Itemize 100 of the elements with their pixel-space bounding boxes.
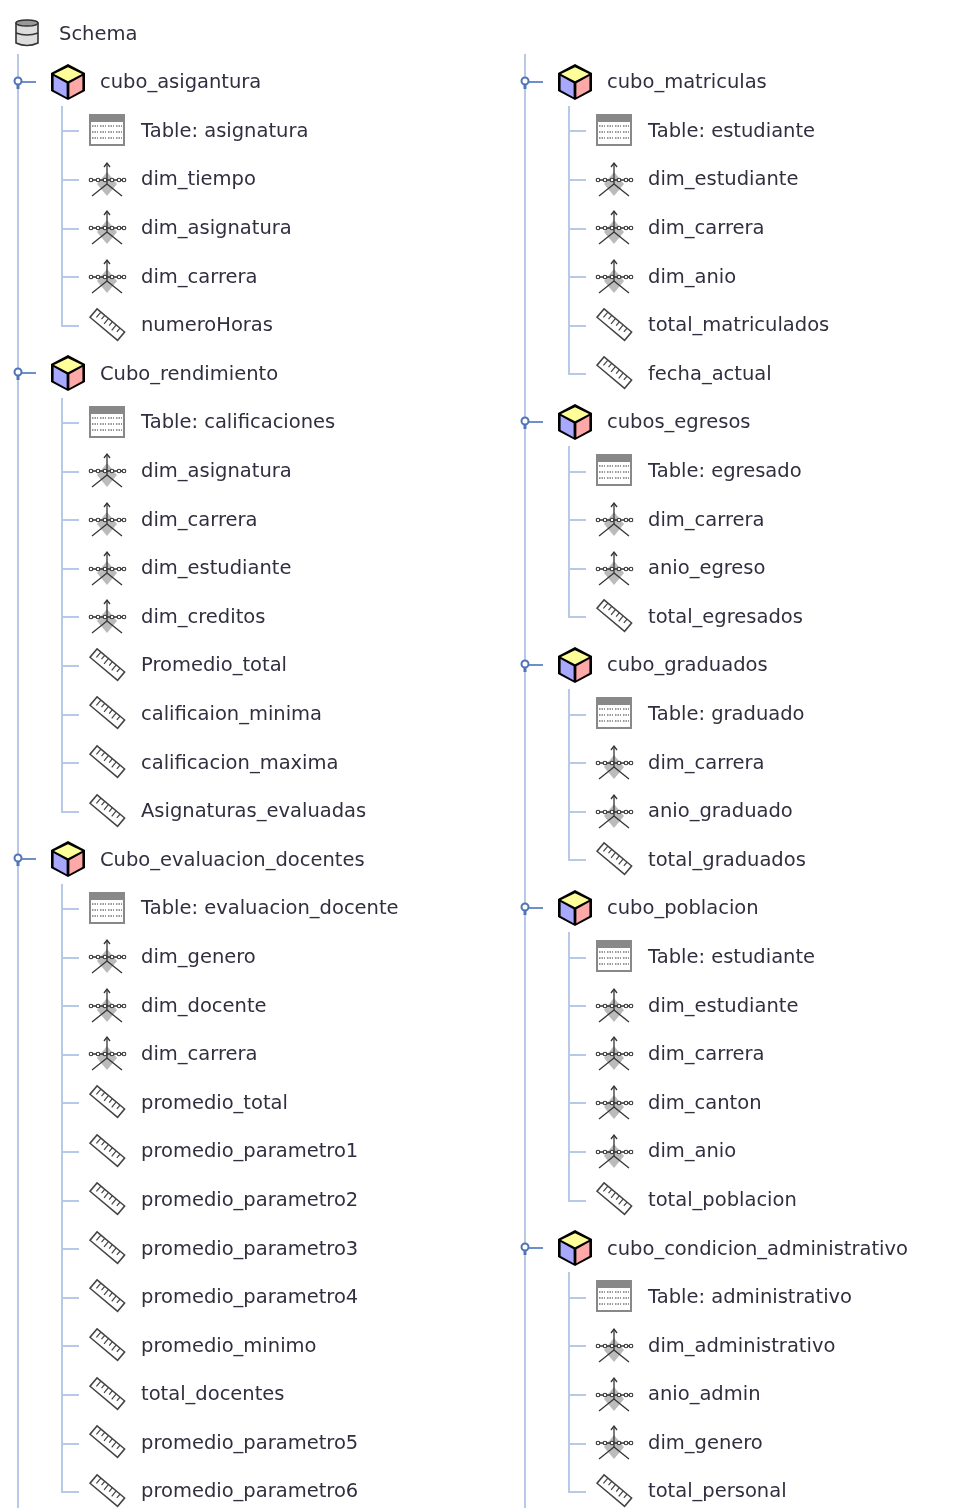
axes-icon bbox=[594, 1423, 634, 1462]
tree-node-label[interactable]: total_docentes bbox=[141, 1379, 285, 1409]
tree-node-label[interactable]: fecha_actual bbox=[648, 358, 772, 389]
tree-node-label[interactable]: Table: estudiante bbox=[648, 941, 816, 972]
expand-handle[interactable] bbox=[519, 74, 543, 89]
axes-icon bbox=[594, 1034, 634, 1073]
tree-node-label[interactable]: total_personal bbox=[648, 1476, 787, 1506]
tree-node-label[interactable]: Table: asignatura bbox=[141, 115, 309, 146]
cube-icon bbox=[555, 401, 595, 442]
axes-icon bbox=[87, 937, 127, 976]
tree-line bbox=[61, 1321, 79, 1370]
tree-node-label[interactable]: promedio_parametro3 bbox=[141, 1233, 359, 1263]
tree-node-label[interactable]: dim_estudiante bbox=[141, 553, 292, 583]
tree-line bbox=[568, 689, 586, 738]
tree-line bbox=[568, 1321, 586, 1370]
tree-node-label[interactable]: promedio_minimo bbox=[141, 1330, 317, 1360]
tree-line bbox=[61, 203, 79, 252]
tree-node-label[interactable]: anio_egreso bbox=[648, 553, 766, 583]
tree-node-label[interactable]: dim_carrera bbox=[648, 504, 765, 534]
tree-line bbox=[568, 1029, 586, 1079]
tree-node-label[interactable]: total_egresados bbox=[648, 601, 803, 632]
tree-node-label[interactable]: dim_carrera bbox=[141, 1039, 258, 1069]
cube-icon bbox=[555, 644, 595, 685]
tree-node-label[interactable]: promedio_parametro6 bbox=[141, 1476, 359, 1506]
tree-node-label[interactable]: Table: administrativo bbox=[648, 1282, 853, 1312]
tree-line bbox=[568, 494, 586, 544]
tree-line bbox=[568, 737, 586, 787]
tree-node-label[interactable]: dim_asignatura bbox=[141, 213, 292, 243]
tree-line bbox=[61, 1029, 79, 1079]
tree-node-label[interactable]: dim_carrera bbox=[648, 1039, 765, 1069]
tree-node-label[interactable]: cubo_matriculas bbox=[607, 67, 767, 97]
tree-line bbox=[61, 689, 79, 738]
tree-line bbox=[61, 1175, 79, 1224]
expand-handle[interactable] bbox=[12, 74, 36, 89]
tree-node-label[interactable]: dim_creditos bbox=[141, 601, 266, 632]
tree-node-label[interactable]: dim_estudiante bbox=[648, 164, 799, 194]
tree-line bbox=[568, 251, 586, 301]
tree-node-label[interactable]: Promedio_total bbox=[141, 650, 287, 680]
tree-node-label[interactable]: Table: egresado bbox=[648, 456, 802, 486]
tree-line bbox=[568, 1418, 586, 1467]
tree-node-label[interactable]: Asignaturas_evaluadas bbox=[141, 796, 367, 826]
tree-node-label[interactable]: dim_tiempo bbox=[141, 164, 256, 194]
tree-node-label[interactable]: anio_graduado bbox=[648, 796, 793, 826]
tree-node-label[interactable]: total_matriculados bbox=[648, 310, 830, 340]
tree-line bbox=[61, 251, 79, 301]
tree-node-label[interactable]: dim_canton bbox=[648, 1087, 762, 1117]
tree-node-label[interactable]: dim_asignatura bbox=[141, 456, 292, 486]
tree-node-label[interactable]: Table: graduado bbox=[648, 699, 805, 729]
tree-node-label[interactable]: promedio_parametro5 bbox=[141, 1427, 359, 1458]
tree-node-label[interactable]: dim_docente bbox=[141, 990, 267, 1020]
tree-node-label[interactable]: cubos_egresos bbox=[607, 407, 751, 437]
tree-line bbox=[568, 932, 586, 981]
tree-node-label[interactable]: anio_admin bbox=[648, 1379, 761, 1409]
tree-node-label[interactable]: total_poblacion bbox=[648, 1184, 797, 1215]
tree-node-label[interactable]: dim_carrera bbox=[141, 261, 258, 291]
tree-node-label[interactable]: dim_genero bbox=[648, 1427, 763, 1458]
tree-node-label[interactable]: promedio_parametro1 bbox=[141, 1136, 359, 1166]
tree-node-label[interactable]: Cubo_evaluacion_docentes bbox=[100, 844, 365, 874]
tree-node-label[interactable]: Table: evaluacion_docente bbox=[141, 893, 399, 923]
tree-node-label[interactable]: dim_genero bbox=[141, 941, 256, 972]
tree-line bbox=[568, 154, 586, 204]
tree-node-label[interactable]: dim_anio bbox=[648, 1136, 737, 1166]
tree-line bbox=[568, 300, 586, 350]
tree-node-label[interactable]: total_graduados bbox=[648, 844, 806, 874]
expand-handle[interactable] bbox=[12, 366, 36, 381]
tree-node-label[interactable]: calificacion_maxima bbox=[141, 747, 339, 777]
cube-icon bbox=[555, 61, 595, 102]
tree-line bbox=[61, 494, 79, 544]
tree-node-label[interactable]: calificaion_minima bbox=[141, 699, 323, 729]
expand-handle[interactable] bbox=[12, 852, 36, 867]
tree-node-label[interactable]: cubo_condicion_administrativo bbox=[607, 1233, 908, 1263]
tree-node-label[interactable]: Cubo_rendimiento bbox=[100, 358, 279, 389]
tree-node-label[interactable]: cubo_asigantura bbox=[100, 67, 262, 97]
cube-icon bbox=[555, 887, 595, 928]
expand-handle[interactable] bbox=[519, 1240, 543, 1255]
tree-line bbox=[568, 786, 586, 836]
tree-node-label[interactable]: dim_carrera bbox=[648, 747, 765, 777]
tree-node-label[interactable]: dim_carrera bbox=[648, 213, 765, 243]
tree-node-label[interactable]: cubo_poblacion bbox=[607, 893, 759, 923]
tree-node-label[interactable]: Schema bbox=[59, 18, 138, 48]
tree-node-label[interactable]: cubo_graduados bbox=[607, 650, 768, 680]
tree-node-label[interactable]: dim_carrera bbox=[141, 504, 258, 534]
expand-handle[interactable] bbox=[519, 900, 543, 915]
tree-line bbox=[568, 543, 586, 593]
tree-line bbox=[61, 446, 79, 495]
tree-node-label[interactable]: promedio_parametro2 bbox=[141, 1184, 359, 1215]
tree-node-label[interactable]: promedio_total bbox=[141, 1087, 288, 1117]
tree-node-label[interactable]: dim_administrativo bbox=[648, 1330, 836, 1360]
axes-icon bbox=[87, 597, 127, 636]
tree-node-label[interactable]: numeroHoras bbox=[141, 310, 273, 340]
tree-node-label[interactable]: promedio_parametro4 bbox=[141, 1282, 359, 1312]
axes-icon bbox=[594, 1083, 634, 1122]
expand-handle[interactable] bbox=[519, 657, 543, 672]
tree-line bbox=[61, 154, 79, 204]
tree-line bbox=[61, 932, 79, 981]
tree-node-label[interactable]: Table: calificaciones bbox=[141, 407, 336, 437]
expand-handle[interactable] bbox=[519, 414, 543, 429]
tree-node-label[interactable]: Table: estudiante bbox=[648, 115, 816, 146]
tree-node-label[interactable]: dim_estudiante bbox=[648, 990, 799, 1020]
tree-node-label[interactable]: dim_anio bbox=[648, 261, 737, 291]
